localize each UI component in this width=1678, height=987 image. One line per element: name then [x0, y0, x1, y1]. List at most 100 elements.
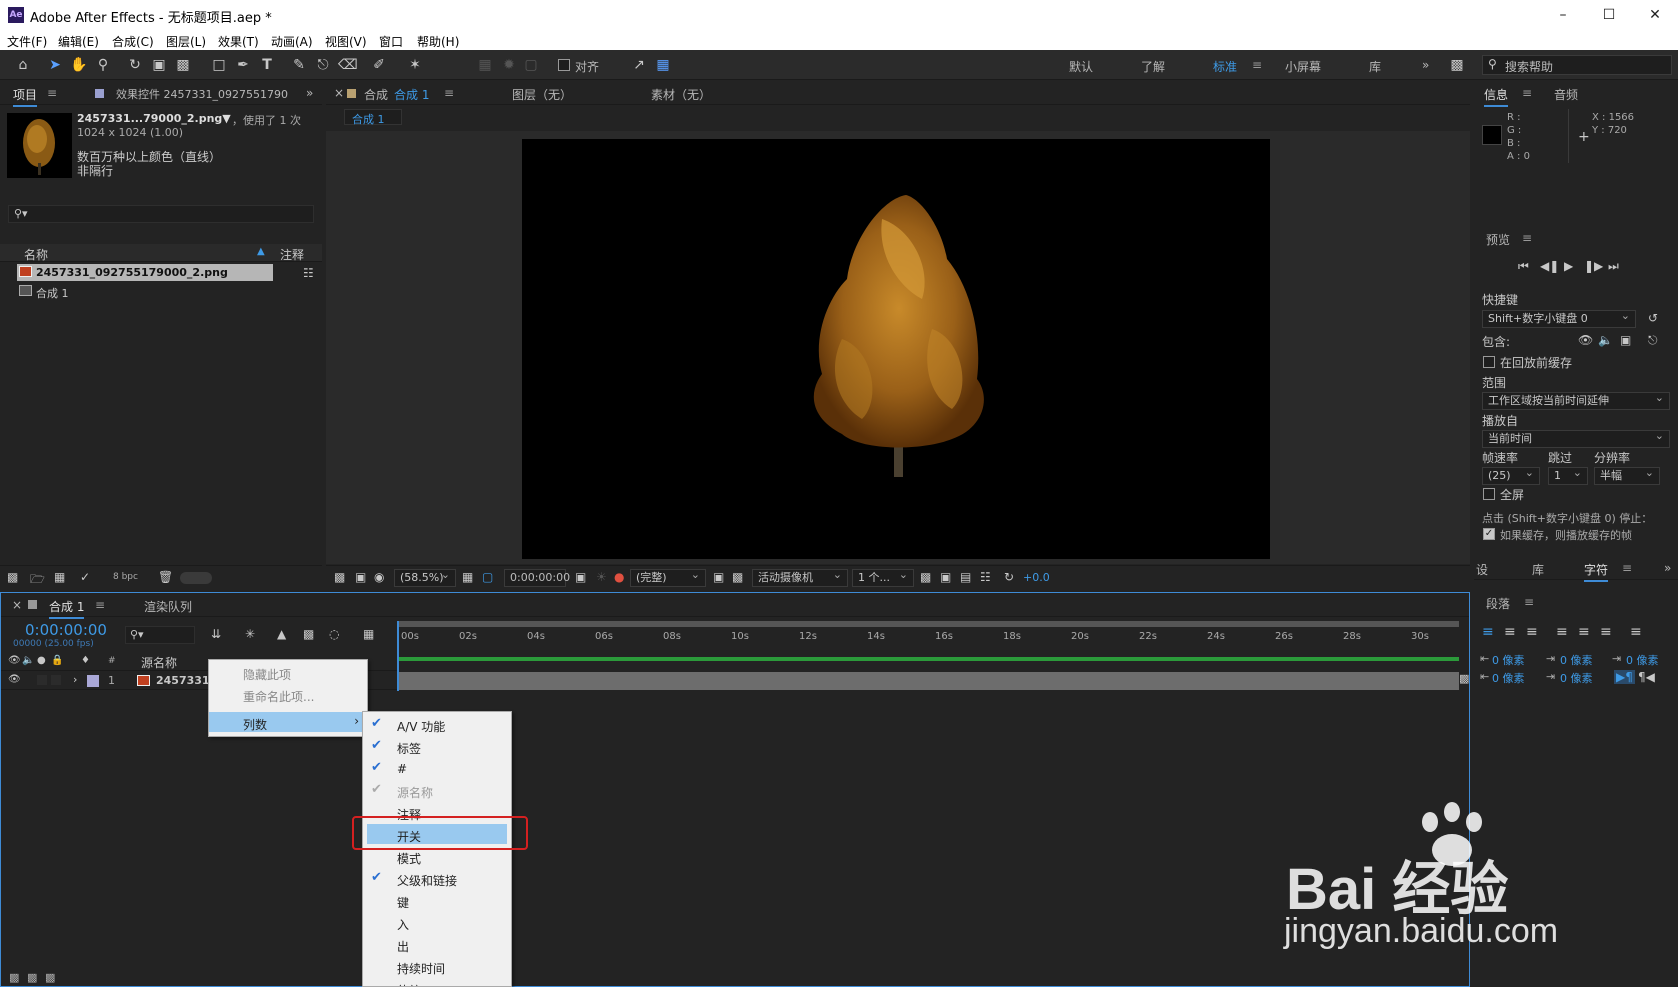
play-icon[interactable]: ▶	[1564, 259, 1573, 273]
layer-solo-toggle[interactable]	[37, 675, 47, 685]
workspace-standard[interactable]: 标准	[1213, 58, 1237, 75]
next-frame-icon[interactable]: ❚▶	[1584, 259, 1603, 273]
layer-label-swatch[interactable]	[87, 675, 99, 687]
viewer-menu-icon[interactable]: ≡	[444, 86, 454, 100]
type-tool-icon[interactable]: T	[258, 56, 276, 74]
column-number[interactable]: ✔ #	[363, 758, 511, 778]
tab-effect-controls[interactable]: 效果控件 2457331_0927551790	[116, 86, 288, 102]
composition-canvas[interactable]	[522, 139, 1270, 559]
workspace-default[interactable]: 默认	[1069, 58, 1093, 75]
first-line-indent-value[interactable]: 0 像素	[1626, 652, 1659, 668]
eraser-tool-icon[interactable]: ⌫	[338, 56, 358, 74]
timeline-icon[interactable]: ▤	[960, 570, 971, 584]
mask-visibility-icon[interactable]: ◉	[374, 570, 384, 584]
audio-speaker-icon[interactable]: 🔈	[1598, 333, 1613, 347]
channel-color-icon[interactable]: ●	[614, 570, 624, 584]
menu-animation[interactable]: 动画(A)	[271, 33, 313, 50]
transfer-controls-toggle-icon[interactable]: ▩	[27, 971, 37, 984]
video-eye-icon[interactable]: 👁	[8, 655, 21, 666]
video-eye-icon[interactable]: 👁	[1578, 333, 1593, 347]
workspace-small-screen[interactable]: 小屏幕	[1285, 58, 1321, 75]
frame-blending-icon[interactable]: ▩	[303, 627, 314, 641]
maximize-button[interactable]: ☐	[1586, 0, 1632, 30]
tab-library[interactable]: 库	[1532, 561, 1544, 578]
timeline-search-input[interactable]: ⚲▾	[125, 626, 195, 644]
fullscreen-checkbox[interactable]	[1483, 488, 1495, 500]
column-duration[interactable]: 持续时间	[363, 956, 511, 976]
label-tag-icon[interactable]: ♦	[81, 655, 90, 666]
menu-edit[interactable]: 编辑(E)	[58, 33, 99, 50]
tab-footage[interactable]: 素材（无）	[651, 86, 711, 103]
in-out-toggle-icon[interactable]: ▩	[45, 971, 55, 984]
justify-right-icon[interactable]: ≡	[1600, 624, 1612, 640]
layer-name[interactable]: 2457331	[156, 674, 210, 687]
solo-icon[interactable]: ●	[37, 655, 46, 666]
tab-timeline-comp[interactable]: 合成 1	[49, 598, 85, 619]
rename-this-item[interactable]: 重命名此项...	[209, 684, 367, 704]
tab-render-queue[interactable]: 渲染队列	[144, 598, 192, 615]
hand-tool-icon[interactable]: ✋	[70, 56, 88, 74]
column-stretch[interactable]: 伸缩	[363, 978, 511, 986]
space-before-value[interactable]: 0 像素	[1492, 670, 1525, 686]
camera-tool-icon[interactable]: ▣	[150, 56, 168, 74]
column-comment[interactable]: 注释	[280, 246, 304, 263]
rtl-direction-icon[interactable]: ¶◀	[1638, 670, 1655, 684]
snap-target-icon[interactable]: ▦	[654, 56, 672, 74]
align-right-icon[interactable]: ≡	[1526, 624, 1538, 640]
menu-window[interactable]: 窗口	[379, 33, 403, 50]
lock-icon[interactable]: ▩	[1459, 672, 1469, 685]
close-button[interactable]: ✕	[1632, 0, 1678, 30]
quality-dropdown[interactable]: (完整)	[630, 567, 706, 587]
shortcut-dropdown[interactable]: Shift+数字小键盘 0	[1482, 308, 1636, 328]
layer-visibility-icon[interactable]: 👁	[8, 674, 21, 685]
tab-composition-name[interactable]: 合成 1	[394, 86, 429, 103]
monitor-icon[interactable]: ▣	[355, 570, 366, 584]
cache-before-playback-checkbox[interactable]	[1483, 356, 1495, 368]
pen-tool-icon[interactable]: ✒	[234, 56, 252, 74]
menu-view[interactable]: 视图(V)	[325, 33, 367, 50]
transparency-grid-icon[interactable]: ▢	[482, 570, 493, 584]
project-row-selected[interactable]: 2457331_092755179000_2.png	[17, 264, 273, 281]
shy-layers-icon[interactable]: ▲	[277, 627, 286, 641]
project-row[interactable]: 合成 1	[17, 284, 273, 300]
timecode-display[interactable]: 0:00:00:00	[25, 621, 107, 639]
always-preview-icon[interactable]: ▩	[334, 570, 345, 584]
panel-overflow-icon[interactable]: »	[1664, 561, 1671, 575]
timeline-menu-icon[interactable]: ≡	[95, 598, 105, 612]
column-number[interactable]: #	[108, 656, 116, 666]
close-tab-icon[interactable]: ×	[334, 86, 344, 100]
paragraph-menu-icon[interactable]: ≡	[1524, 595, 1534, 609]
column-name[interactable]: 名称	[24, 246, 48, 263]
last-frame-icon[interactable]: ⏭	[1608, 259, 1619, 274]
tab-audio[interactable]: 音频	[1554, 86, 1578, 103]
clone-stamp-tool-icon[interactable]: ⎋	[314, 56, 332, 74]
columns-menu-item[interactable]: 列数 ›	[209, 712, 367, 732]
time-ruler[interactable]: 00s 02s 04s 06s 08s 10s 12s 14s 16s 18s …	[399, 621, 1459, 671]
layer-switches-toggle-icon[interactable]: ▩	[9, 971, 19, 984]
info-menu-icon[interactable]: ≡	[1522, 86, 1532, 100]
menu-help[interactable]: 帮助(H)	[417, 33, 459, 50]
export-icon[interactable]: ⎋	[1648, 333, 1658, 348]
justify-all-icon[interactable]: ≡	[1630, 624, 1642, 640]
world-axis-icon[interactable]: ✹	[500, 56, 518, 74]
project-search-input[interactable]: ⚲▾	[8, 205, 314, 223]
character-menu-icon[interactable]: ≡	[1622, 561, 1632, 575]
menu-file[interactable]: 文件(F)	[7, 33, 47, 50]
snap-icon[interactable]: ↗	[630, 56, 648, 74]
work-area-bar[interactable]	[399, 621, 1459, 627]
more-workspaces-icon[interactable]: »	[1422, 58, 1429, 72]
toggle-pixel-aspect-icon[interactable]: ▩	[920, 570, 931, 584]
flowchart-icon[interactable]: ☷	[303, 266, 314, 280]
resolution-icon[interactable]: ▦	[462, 570, 473, 584]
cache-stop-checkbox[interactable]: ✓	[1483, 528, 1495, 540]
selection-tool-icon[interactable]: ➤	[46, 56, 64, 74]
current-time-field[interactable]: 0:00:00:00	[504, 569, 570, 587]
layer-lock-toggle[interactable]	[51, 675, 61, 685]
fast-preview-icon[interactable]: ▣	[940, 570, 951, 584]
view-axis-icon[interactable]: ▢	[522, 56, 540, 74]
viewer-area[interactable]	[326, 131, 1470, 564]
toggle-transparency-icon[interactable]: ▩	[732, 570, 743, 584]
brush-tool-icon[interactable]: ✎	[290, 56, 308, 74]
sort-ascending-icon[interactable]: ▲	[257, 246, 265, 257]
menu-composition[interactable]: 合成(C)	[112, 33, 154, 50]
